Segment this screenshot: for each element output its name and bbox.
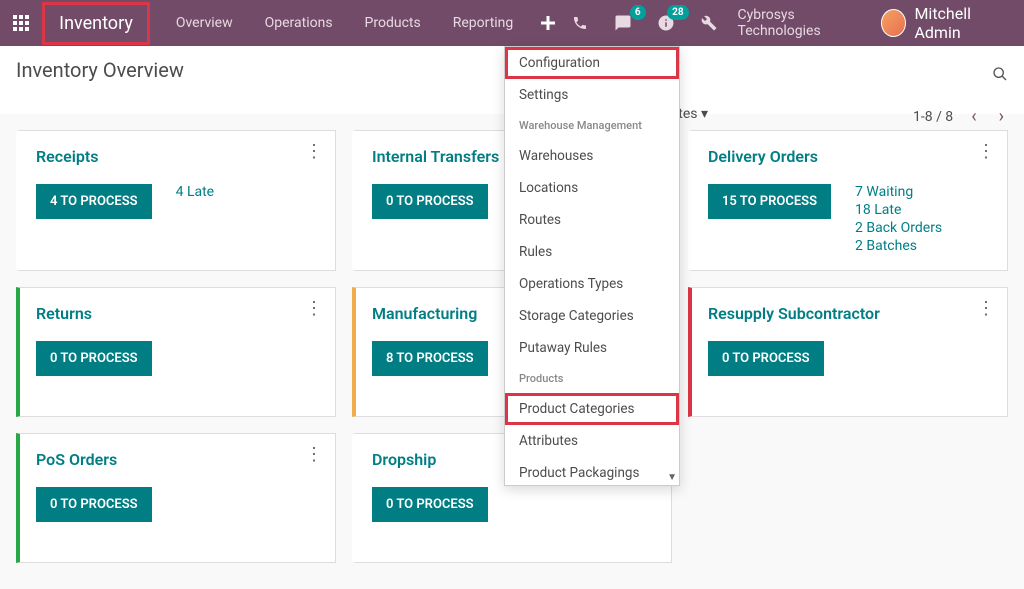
- process-button[interactable]: 8 TO PROCESS: [372, 341, 488, 376]
- phone-icon[interactable]: [566, 7, 595, 39]
- activity-badge: 28: [667, 5, 688, 20]
- process-button[interactable]: 0 TO PROCESS: [708, 341, 824, 376]
- activity-icon[interactable]: 28: [652, 7, 681, 39]
- user-name: Mitchell Admin: [914, 4, 1010, 42]
- dd-storage-categories[interactable]: Storage Categories: [505, 300, 679, 332]
- process-button[interactable]: 15 TO PROCESS: [708, 184, 831, 219]
- card-menu-icon[interactable]: ⋮: [305, 300, 323, 318]
- nav-products[interactable]: Products: [349, 2, 437, 44]
- pager: 1-8 / 8 ‹ ›: [913, 102, 1008, 131]
- chat-icon[interactable]: 6: [609, 7, 638, 39]
- pager-next[interactable]: ›: [995, 102, 1008, 131]
- chat-badge: 6: [630, 5, 646, 20]
- scroll-down-indicator: ▼: [667, 472, 677, 483]
- dd-settings[interactable]: Settings: [505, 79, 679, 111]
- card-menu-icon[interactable]: ⋮: [305, 446, 323, 464]
- dd-product-categories[interactable]: Product Categories: [505, 393, 679, 425]
- card-menu-icon[interactable]: ⋮: [977, 300, 995, 318]
- card-delivery-orders: ⋮ Delivery Orders 15 TO PROCESS 7 Waitin…: [688, 130, 1008, 271]
- plus-icon: [541, 16, 555, 30]
- dd-configuration[interactable]: Configuration: [505, 47, 679, 79]
- card-title[interactable]: Receipts: [36, 147, 319, 166]
- card-title[interactable]: Resupply Subcontractor: [708, 304, 991, 323]
- nav-reporting[interactable]: Reporting: [437, 2, 530, 44]
- search-icon[interactable]: [992, 66, 1008, 86]
- dd-warehouses[interactable]: Warehouses: [505, 140, 679, 172]
- dd-putaway-rules[interactable]: Putaway Rules: [505, 332, 679, 364]
- topbar: Inventory Overview Operations Products R…: [0, 0, 1024, 46]
- nav-overview[interactable]: Overview: [160, 2, 249, 44]
- configuration-dropdown: Configuration Settings Warehouse Managem…: [504, 46, 680, 486]
- card-title[interactable]: Delivery Orders: [708, 147, 991, 166]
- app-name[interactable]: Inventory: [42, 2, 150, 45]
- card-menu-icon[interactable]: ⋮: [977, 143, 995, 161]
- dd-product-packagings[interactable]: Product Packagings: [505, 457, 679, 486]
- card-resupply-subcontractor: ⋮ Resupply Subcontractor 0 TO PROCESS: [688, 287, 1008, 417]
- tools-icon[interactable]: [695, 7, 724, 39]
- grid-icon: [13, 15, 29, 31]
- stat-batches[interactable]: 2 Batches: [855, 238, 942, 254]
- apps-icon[interactable]: [0, 0, 42, 46]
- stat-waiting[interactable]: 7 Waiting: [855, 184, 942, 200]
- pager-count: 1-8 / 8: [913, 109, 953, 125]
- user-menu[interactable]: Mitchell Admin: [881, 4, 1010, 42]
- process-button[interactable]: 0 TO PROCESS: [36, 341, 152, 376]
- nav-menu: Overview Operations Products Reporting: [160, 2, 529, 44]
- card-returns: ⋮ Returns 0 TO PROCESS: [16, 287, 336, 417]
- process-button[interactable]: 0 TO PROCESS: [372, 184, 488, 219]
- card-menu-icon[interactable]: ⋮: [305, 143, 323, 161]
- dd-header-products: Products: [505, 364, 679, 393]
- topbar-right: 6 28 Cybrosys Technologies Mitchell Admi…: [566, 4, 1024, 42]
- card-title[interactable]: PoS Orders: [36, 450, 319, 469]
- dd-header-warehouse: Warehouse Management: [505, 111, 679, 140]
- process-button[interactable]: 4 TO PROCESS: [36, 184, 152, 219]
- card-receipts: ⋮ Receipts 4 TO PROCESS 4 Late: [16, 130, 336, 271]
- stat-late[interactable]: 4 Late: [176, 184, 215, 200]
- pager-prev[interactable]: ‹: [967, 102, 980, 131]
- dd-operations-types[interactable]: Operations Types: [505, 268, 679, 300]
- card-title[interactable]: Returns: [36, 304, 319, 323]
- dd-routes[interactable]: Routes: [505, 204, 679, 236]
- card-pos-orders: ⋮ PoS Orders 0 TO PROCESS: [16, 433, 336, 563]
- dd-attributes[interactable]: Attributes: [505, 425, 679, 457]
- process-button[interactable]: 0 TO PROCESS: [36, 487, 152, 522]
- nav-operations[interactable]: Operations: [249, 2, 349, 44]
- dd-locations[interactable]: Locations: [505, 172, 679, 204]
- process-button[interactable]: 0 TO PROCESS: [372, 487, 488, 522]
- company-switcher[interactable]: Cybrosys Technologies: [738, 7, 868, 39]
- stat-late[interactable]: 18 Late: [855, 202, 942, 218]
- stat-backorders[interactable]: 2 Back Orders: [855, 220, 942, 236]
- user-avatar: [881, 9, 906, 37]
- plus-menu[interactable]: [529, 0, 566, 46]
- dd-rules[interactable]: Rules: [505, 236, 679, 268]
